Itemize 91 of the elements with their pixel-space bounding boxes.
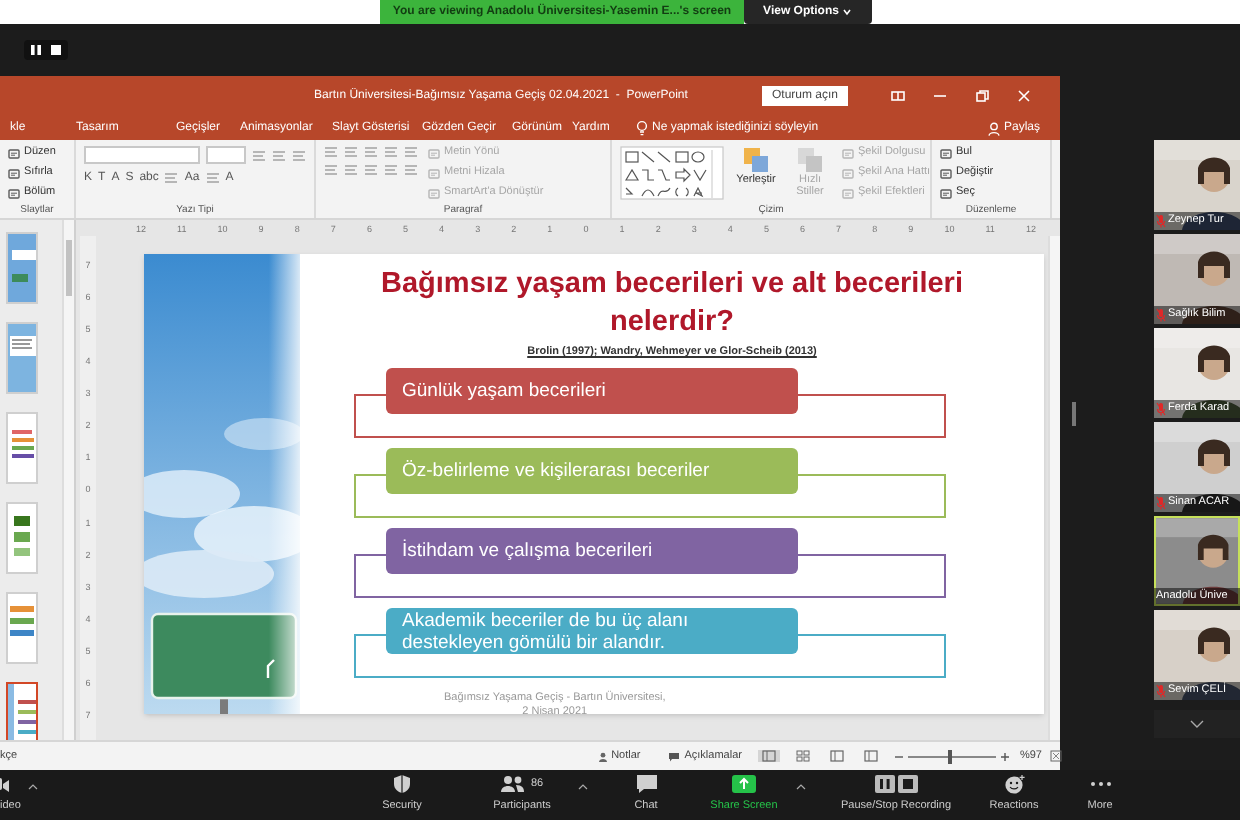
- format-button[interactable]: [252, 149, 266, 161]
- lines-icon: [384, 146, 398, 158]
- person-icon: [987, 121, 1000, 135]
- lines-icon: [164, 172, 179, 184]
- minus-icon: [893, 751, 904, 761]
- lines-icon: [344, 146, 358, 158]
- options-caret[interactable]: [578, 784, 588, 790]
- stop-share-button[interactable]: [50, 44, 62, 56]
- format-button[interactable]: [404, 146, 418, 158]
- tool-icon: [8, 167, 20, 179]
- font-size-field[interactable]: [206, 146, 246, 164]
- lightbulb-icon: [636, 120, 648, 136]
- normal-view-icon: [761, 750, 776, 762]
- ribbon-display-icon[interactable]: [889, 88, 905, 104]
- pause-share-button[interactable]: [30, 44, 42, 56]
- zoom-out-button[interactable]: [893, 751, 904, 761]
- format-button[interactable]: [364, 146, 378, 158]
- view-button[interactable]: [825, 750, 848, 762]
- format-button[interactable]: [344, 164, 358, 176]
- lines-icon: [205, 172, 220, 184]
- lines-icon: [344, 164, 358, 176]
- chat-icon: [635, 774, 657, 795]
- lines-icon: [404, 146, 418, 158]
- lines-icon: [272, 149, 286, 161]
- close-icon[interactable]: [1015, 88, 1031, 104]
- caret-up-icon: [28, 784, 38, 790]
- format-button[interactable]: [205, 172, 220, 184]
- comment-icon: [668, 751, 681, 761]
- lines-icon: [324, 164, 338, 176]
- lines-icon: [404, 164, 418, 176]
- tool-icon: [428, 187, 440, 199]
- lines-icon: [384, 164, 398, 176]
- scrollbar[interactable]: [1048, 236, 1060, 740]
- fit-button[interactable]: [1049, 750, 1062, 762]
- plus-icon: [999, 751, 1010, 761]
- options-caret[interactable]: [28, 784, 38, 790]
- caret-icon: [842, 8, 853, 16]
- lines-icon: [364, 164, 378, 176]
- tool-icon: [940, 147, 952, 159]
- skill-box: Öz-belirleme ve kişilerarası beceriler: [386, 448, 798, 495]
- format-button[interactable]: [292, 149, 306, 161]
- person-icon: [597, 751, 608, 761]
- pause-icon: [30, 44, 42, 56]
- arrange-icon: [796, 146, 824, 174]
- tool-icon: [940, 187, 952, 199]
- lines-icon: [252, 149, 266, 161]
- skill-box: Günlük yaşam becerileri: [386, 368, 798, 415]
- arrange-icon: [742, 146, 770, 174]
- tool-icon: [842, 167, 854, 179]
- caret-up-icon: [578, 784, 588, 790]
- tool-icon: [8, 187, 20, 199]
- stop-icon: [50, 44, 62, 56]
- tool-icon: [842, 147, 854, 159]
- format-button[interactable]: [164, 172, 179, 184]
- slide-title: Bağımsız yaşam becerileri ve alt becerileri nelerdir?: [379, 266, 965, 342]
- share-screen-icon: [732, 774, 756, 795]
- format-button[interactable]: [324, 164, 338, 176]
- tool-icon: [940, 167, 952, 179]
- tool-icon: [428, 147, 440, 159]
- zoom-in-button[interactable]: [999, 751, 1010, 761]
- chevron-down-icon: [1190, 720, 1204, 728]
- skill-box: Akademik beceriler de bu üç alanı destekleyen gömülü bir alandır.: [386, 608, 798, 655]
- lines-icon: [292, 149, 306, 161]
- tool-icon: [428, 167, 440, 179]
- view-button[interactable]: [791, 750, 814, 762]
- restore-icon[interactable]: [973, 88, 989, 104]
- format-button[interactable]: [364, 164, 378, 176]
- resize-handle[interactable]: [1072, 401, 1076, 425]
- people-icon: [500, 774, 527, 795]
- slide-thumbnail[interactable]: [6, 682, 38, 740]
- lines-icon: [324, 146, 338, 158]
- format-button[interactable]: [384, 146, 398, 158]
- format-button[interactable]: [324, 146, 338, 158]
- view-button[interactable]: [859, 750, 882, 762]
- fit-icon: [1049, 750, 1062, 762]
- shapes-gallery[interactable]: [620, 146, 724, 200]
- scrollbar[interactable]: [62, 220, 74, 740]
- lines-icon: [364, 146, 378, 158]
- tool-icon: [8, 147, 20, 159]
- slider-thumb[interactable]: [947, 749, 952, 763]
- format-button[interactable]: [272, 149, 286, 161]
- options-caret[interactable]: [796, 784, 806, 790]
- view-button[interactable]: [757, 750, 780, 762]
- tool-icon: [842, 187, 854, 199]
- skill-box: İstihdam ve çalışma becerileri: [386, 528, 798, 575]
- format-button[interactable]: [384, 164, 398, 176]
- format-button[interactable]: [344, 146, 358, 158]
- format-button[interactable]: [404, 164, 418, 176]
- font-name-field[interactable]: [84, 146, 200, 164]
- caret-up-icon: [796, 784, 806, 790]
- grid-icon: [795, 750, 810, 762]
